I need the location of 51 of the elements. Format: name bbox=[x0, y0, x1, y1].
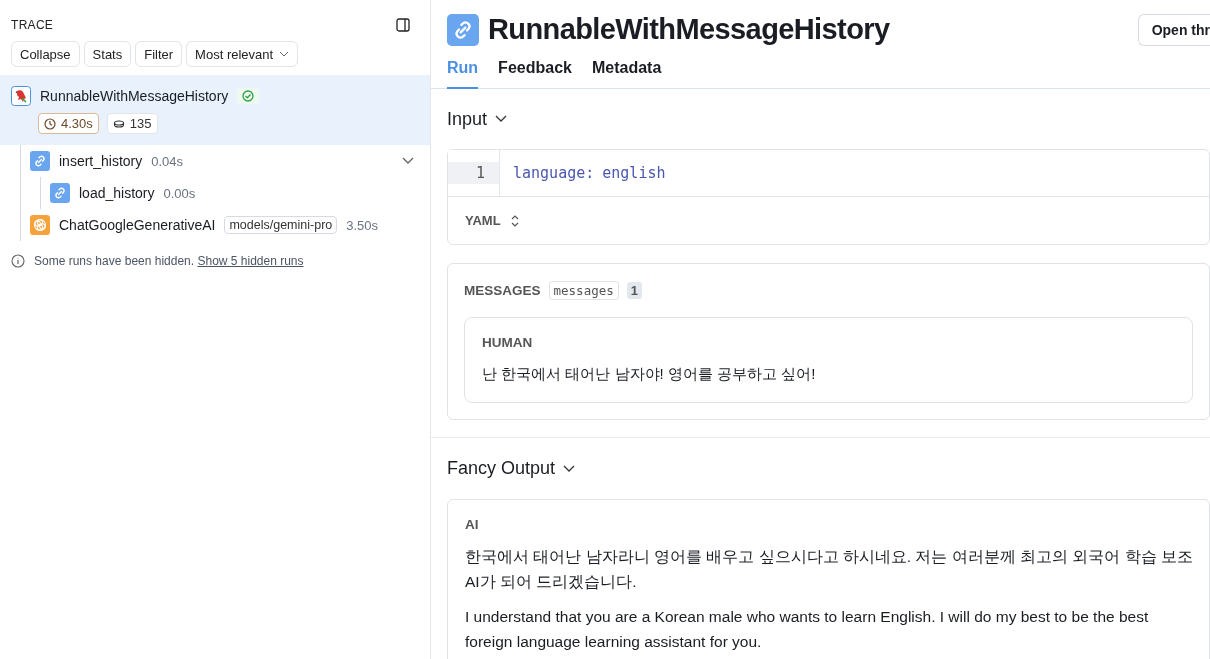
chevron-icon[interactable] bbox=[563, 464, 576, 473]
format-label: YAML bbox=[465, 213, 501, 228]
flower-icon bbox=[30, 215, 50, 235]
message-role: AI bbox=[465, 517, 480, 532]
link-icon bbox=[447, 13, 479, 46]
field-name: messages bbox=[548, 281, 619, 300]
run-duration: 3.50s bbox=[346, 217, 379, 233]
toolbar-button[interactable]: Stats bbox=[83, 41, 132, 67]
run-name: ChatGoogleGenerativeAI bbox=[59, 217, 216, 233]
messages-label: MESSAGES bbox=[464, 283, 541, 298]
sidebar-toggle-icon[interactable] bbox=[396, 18, 410, 32]
info-icon bbox=[11, 254, 25, 268]
run-name: RunnableWithMessageHistory bbox=[40, 88, 229, 104]
panel-title: TRACE bbox=[11, 18, 54, 32]
token-badge: 135 bbox=[106, 113, 158, 134]
tab[interactable]: Feedback bbox=[498, 51, 572, 89]
sort-dropdown[interactable]: Most relevant bbox=[186, 41, 299, 67]
section-heading: Fancy Output bbox=[447, 458, 556, 479]
up-down-icon[interactable] bbox=[510, 214, 519, 227]
tab[interactable]: Metadata bbox=[591, 51, 662, 89]
chevron-icon[interactable] bbox=[495, 115, 508, 123]
toolbar-button[interactable]: Filter bbox=[135, 41, 183, 67]
model-tag: models/gemini-pro bbox=[224, 216, 338, 234]
link-icon bbox=[30, 151, 50, 171]
message-role: HUMAN bbox=[482, 335, 534, 350]
hidden-runs-note: Some runs have been hidden. Show 5 hidden runs bbox=[34, 254, 304, 268]
run-duration: 0.00s bbox=[163, 185, 196, 201]
link-icon bbox=[50, 183, 70, 203]
run-duration: 0.04s bbox=[151, 153, 184, 169]
run-tree-item[interactable]: insert_history 0.04s bbox=[30, 145, 430, 177]
line-number: 1 bbox=[448, 150, 500, 196]
message-count: 1 bbox=[626, 282, 642, 299]
code-value: english bbox=[602, 164, 666, 182]
message-text: I understand that you are a Korean male who wants to learn English. I will do my best to be the best foreign language learning assistant for you. bbox=[465, 607, 1150, 652]
toolbar-button[interactable]: Collapse bbox=[11, 41, 80, 67]
show-hidden-runs-link[interactable]: Show 5 hidden runs bbox=[197, 254, 304, 268]
run-tree-item[interactable]: RunnableWithMessageHistory 4.30s 135 bbox=[0, 75, 430, 145]
run-title: RunnableWithMessageHistory bbox=[488, 13, 890, 46]
open-button[interactable]: Open thr bbox=[1137, 13, 1210, 46]
caret-icon bbox=[279, 51, 290, 57]
chevron-icon[interactable] bbox=[402, 157, 414, 165]
run-name: insert_history bbox=[59, 153, 143, 169]
section-heading: Input bbox=[447, 108, 488, 130]
run-tree-item[interactable]: ChatGoogleGenerativeAI models/gemini-pro 3.50s bbox=[30, 209, 430, 241]
parrot-icon bbox=[11, 86, 31, 106]
message-text: 난 한국에서 태어난 남자야! 영어를 공부하고 싶어! bbox=[482, 364, 817, 384]
run-tree-item[interactable]: load_history 0.00s bbox=[50, 177, 430, 209]
message-text: 한국에서 태어난 남자라니 영어를 배우고 싶으시다고 하시네요. 저는 여러분께 최고의 외국어 학습 보조 AI가 되어 드리겠습니다. bbox=[465, 547, 1193, 592]
run-name: load_history bbox=[79, 185, 155, 201]
code-key: language: bbox=[513, 164, 595, 182]
latency-badge: 4.30s bbox=[38, 113, 99, 134]
